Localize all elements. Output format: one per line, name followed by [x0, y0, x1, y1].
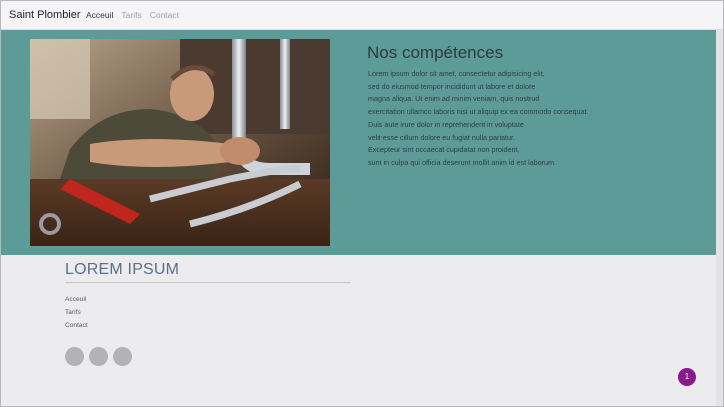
- social-links: [65, 347, 132, 366]
- scrollbar[interactable]: [716, 30, 723, 406]
- footer-link-acceuil[interactable]: Acceuil: [65, 293, 88, 306]
- nav-link-tarifs[interactable]: Tarifs: [121, 10, 141, 20]
- hero-paragraph-line: Duis aute irure dolor in reprehenderit i…: [368, 119, 524, 129]
- hero-paragraph-line: velit esse cillum dolore eu fugiat nulla…: [368, 132, 516, 142]
- nav-links: Acceuil Tarifs Contact: [86, 10, 179, 20]
- hero-paragraph-line: Excepteur sint occaecat cupidatat non pr…: [368, 145, 520, 155]
- footer-heading: LOREM IPSUM: [65, 261, 180, 278]
- social-icon[interactable]: [113, 347, 132, 366]
- nav-link-acceuil[interactable]: Acceuil: [86, 10, 113, 20]
- hero-paragraph-line: Lorem ipsum dolor sit amet, consectetur …: [368, 69, 545, 78]
- footer-link-contact[interactable]: Contact: [65, 319, 88, 332]
- footer-divider: [65, 282, 351, 283]
- hero-paragraph-line: magna aliqua. Ut enim ad minim veniam, q…: [368, 94, 540, 104]
- page: Saint Plombier Acceuil Tarifs Contact No…: [0, 0, 724, 407]
- social-icon[interactable]: [89, 347, 108, 366]
- hero-paragraph-line: sed do eiusmod tempor incididunt ut labo…: [368, 81, 536, 91]
- plumber-photo: [30, 39, 330, 246]
- hero-title: Nos compétences: [367, 43, 504, 62]
- footer-links: Acceuil Tarifs Contact: [65, 293, 88, 332]
- social-icon[interactable]: [65, 347, 84, 366]
- brand-logo[interactable]: Saint Plombier: [9, 9, 81, 21]
- navbar: Saint Plombier Acceuil Tarifs Contact: [1, 1, 723, 30]
- hero-paragraph-line: sunt in culpa qui officia deserunt molli…: [368, 157, 557, 167]
- hero-paragraph: Lorem ipsum dolor sit amet, consectetur …: [368, 68, 589, 170]
- nav-link-contact[interactable]: Contact: [150, 10, 179, 20]
- hero-paragraph-line: exercitation ullamco laboris nisi ut ali…: [368, 107, 589, 117]
- notification-badge[interactable]: 1: [678, 368, 696, 386]
- hero-section: Nos compétences Lorem ipsum dolor sit am…: [1, 30, 723, 255]
- footer-link-tarifs[interactable]: Tarifs: [65, 306, 88, 319]
